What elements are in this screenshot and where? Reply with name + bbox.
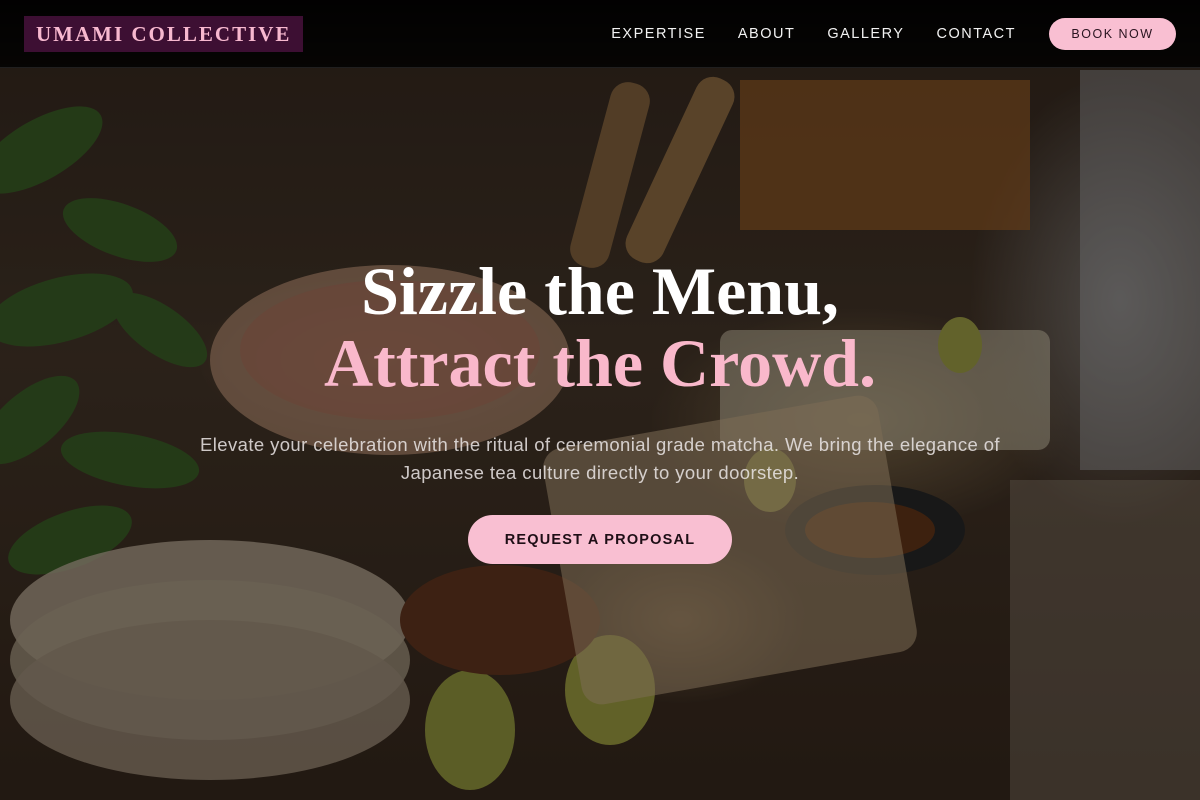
- nav-link-expertise[interactable]: EXPERTISE: [611, 26, 706, 42]
- book-now-button[interactable]: BOOK NOW: [1049, 17, 1176, 50]
- hero-headline: Sizzle the Menu, Attract the Crowd.: [0, 255, 1200, 399]
- request-proposal-button[interactable]: REQUEST A PROPOSAL: [468, 515, 732, 564]
- nav-link-about[interactable]: ABOUT: [738, 26, 795, 42]
- headline-line-1: Sizzle the Menu,: [361, 253, 839, 329]
- nav-link-gallery[interactable]: GALLERY: [827, 26, 904, 42]
- nav-menu: EXPERTISE ABOUT GALLERY CONTACT BOOK NOW: [579, 17, 1176, 50]
- headline-line-2: Attract the Crowd.: [323, 325, 877, 401]
- nav-link-contact[interactable]: CONTACT: [936, 26, 1016, 42]
- navbar: UMAMI COLLECTIVE EXPERTISE ABOUT GALLERY…: [0, 0, 1200, 68]
- hero-content: Sizzle the Menu, Attract the Crowd. Elev…: [0, 255, 1200, 564]
- hero-subtitle: Elevate your celebration with the ritual…: [200, 434, 1000, 483]
- brand-logo[interactable]: UMAMI COLLECTIVE: [24, 15, 304, 52]
